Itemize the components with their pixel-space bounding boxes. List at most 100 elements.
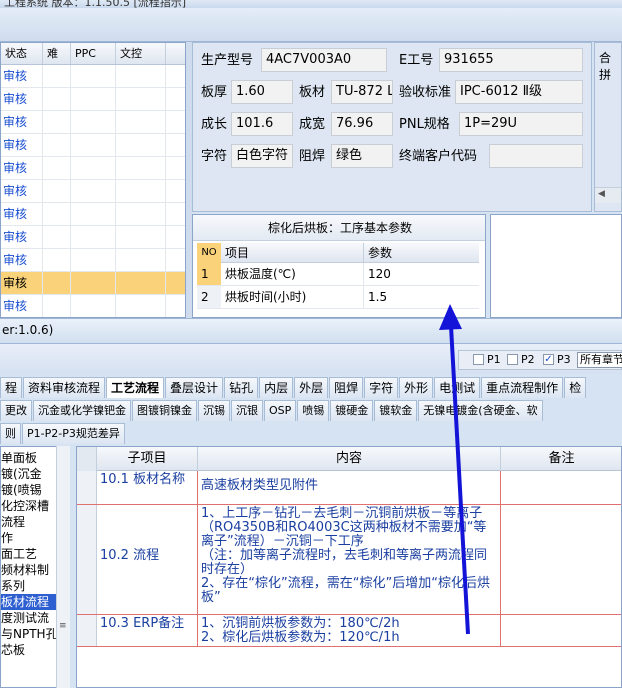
note-cell[interactable]	[501, 615, 621, 646]
order-row[interactable]: 审核	[1, 88, 185, 111]
p2-checkbox[interactable]	[507, 354, 518, 365]
row-indicator	[77, 471, 97, 504]
table-row[interactable]: 10.2 流程 1、上工序－钻孔－去毛刺－沉铜前烘板－等离子（RO4350B和R…	[77, 505, 621, 615]
material-field[interactable]: TU-872 L	[331, 80, 393, 104]
order-row[interactable]: 审核	[1, 249, 185, 272]
tab-tabs_main-10[interactable]: 电测试	[434, 377, 481, 398]
order-row[interactable]: 审核	[1, 272, 185, 295]
content-cell[interactable]: 1、上工序－钻孔－去毛刺－沉铜前烘板－等离子（RO4350B和RO4003C这两…	[198, 505, 501, 614]
col-doc-control[interactable]: 文控	[116, 43, 166, 64]
subitem-cell[interactable]: 10.1 板材名称	[97, 471, 198, 504]
bake-col-param: 参数	[363, 243, 479, 263]
order-grid[interactable]: 状态 难 PPC 文控 审核 审核 审核 审核 审核 审核 审核 审核 审核 审核 审核	[0, 42, 186, 318]
tab-tabs_sub2-0[interactable]: 则	[0, 423, 21, 444]
tab-tabs_sub-4[interactable]: 沉银	[231, 400, 263, 421]
tab-tabs_main-3[interactable]: 叠层设计	[165, 377, 224, 398]
col-content[interactable]: 内容	[198, 447, 501, 471]
tab-tabs_main-8[interactable]: 字符	[364, 377, 399, 398]
mask-label: 阻焊	[299, 149, 326, 164]
tab-tabs_main-0[interactable]: 程	[0, 377, 23, 398]
order-status: 审核	[1, 180, 43, 202]
scroll-left-icon[interactable]: ◀	[598, 189, 605, 199]
char-field[interactable]: 白色字符	[231, 144, 293, 168]
thickness-label: 板厚	[201, 85, 228, 100]
process-table-header: 子项目 内容 备注	[77, 447, 621, 471]
tab-tabs_main-5[interactable]: 内层	[259, 377, 294, 398]
model-field[interactable]: 4AC7V003A0	[261, 48, 387, 72]
col-note[interactable]: 备注	[501, 447, 621, 471]
content-cell[interactable]: 高速板材类型见附件	[198, 471, 501, 504]
tab-tabs_sub2-1[interactable]: P1-P2-P3规范差异	[22, 423, 125, 444]
tab-tabs_main-7[interactable]: 阻焊	[329, 377, 364, 398]
mask-field[interactable]: 绿色	[331, 144, 393, 168]
order-row[interactable]: 审核	[1, 111, 185, 134]
length-field[interactable]: 101.6	[231, 112, 293, 136]
tab-tabs_sub-3[interactable]: 沉锡	[198, 400, 230, 421]
width-field[interactable]: 76.96	[331, 112, 393, 136]
tab-tabs_main-11[interactable]: 重点流程制作	[481, 377, 564, 398]
order-status: 审核	[1, 134, 43, 156]
content-cell[interactable]: 1、沉铜前烘板参数为：180℃/2h 2、棕化后烘板参数为：120℃/1h	[198, 615, 501, 646]
order-row[interactable]: 审核	[1, 157, 185, 180]
tab-tabs_sub-8[interactable]: 镀软金	[374, 400, 418, 421]
bake-row-param: 120	[363, 263, 479, 285]
bake-row[interactable]: 1 烘板温度(℃) 120	[197, 263, 479, 286]
order-row[interactable]: 审核	[1, 203, 185, 226]
process-table[interactable]: 子项目 内容 备注 10.1 板材名称 高速板材类型见附件 10.2 流程 1、…	[76, 446, 622, 688]
model-label: 生产型号	[201, 53, 254, 68]
col-subitem[interactable]: 子项目	[97, 447, 198, 471]
tab-tabs_main-9[interactable]: 外形	[399, 377, 434, 398]
tab-tabs_main-12[interactable]: 检	[564, 377, 587, 398]
order-cell	[43, 249, 71, 271]
subitem-cell[interactable]: 10.2 流程	[97, 505, 198, 614]
table-row[interactable]: 10.1 板材名称 高速板材类型见附件	[77, 471, 621, 505]
tab-tabs_sub-1[interactable]: 沉金或化学镍钯金	[33, 400, 131, 421]
tab-tabs_main-1[interactable]: 资料审核流程	[23, 377, 106, 398]
tab-tabs_sub-0[interactable]: 更改	[0, 400, 32, 421]
col-status[interactable]: 状态	[1, 43, 43, 64]
note-cell[interactable]	[501, 505, 621, 614]
eno-field[interactable]: 931655	[439, 48, 583, 72]
order-row[interactable]: 审核	[1, 295, 185, 317]
bake-row-item: 烘板时间(小时)	[225, 290, 307, 304]
chapter-list-scrollbar[interactable]: ≡	[56, 446, 70, 688]
chapter-select[interactable]: 所有章节	[577, 352, 622, 368]
order-cell	[43, 180, 71, 202]
row-indicator	[77, 505, 97, 614]
p3-checkbox[interactable]: ✓	[543, 354, 554, 365]
order-cell	[116, 272, 166, 294]
note-cell[interactable]	[501, 471, 621, 504]
pnl-label: PNL规格	[399, 117, 450, 132]
bake-row[interactable]: 2 烘板时间(小时) 1.5	[197, 286, 479, 309]
col-ppc[interactable]: PPC	[71, 43, 116, 64]
order-status: 审核	[1, 272, 43, 294]
material-label: 板材	[299, 85, 326, 100]
tab-tabs_sub-2[interactable]: 图镀铜镍金	[132, 400, 197, 421]
order-row[interactable]: 审核	[1, 226, 185, 249]
scroll-grip-icon[interactable]: ≡	[59, 621, 67, 631]
col-difficulty[interactable]: 难	[43, 43, 71, 64]
tab-tabs_sub-9[interactable]: 无镍电镀金(含硬金、软	[418, 400, 543, 421]
tab-tabs_main-4[interactable]: 钻孔	[224, 377, 259, 398]
thickness-field[interactable]: 1.60	[231, 80, 293, 104]
subitem-cell[interactable]: 10.3 ERP备注	[97, 615, 198, 646]
order-row[interactable]: 审核	[1, 180, 185, 203]
pnl-field[interactable]: 1P=29U	[459, 112, 583, 136]
tab-tabs_sub-7[interactable]: 镀硬金	[330, 400, 374, 421]
p1-checkbox[interactable]	[473, 354, 484, 365]
tab-tabs_main-2[interactable]: 工艺流程	[106, 377, 165, 398]
row-indicator-header	[77, 447, 97, 471]
customer-field[interactable]	[489, 144, 583, 168]
tab-tabs_sub-5[interactable]: OSP	[264, 400, 297, 421]
order-cell	[116, 203, 166, 225]
tab-tabs_sub-6[interactable]: 喷锡	[297, 400, 330, 421]
order-cell	[116, 226, 166, 248]
order-cell	[116, 157, 166, 179]
order-row[interactable]: 审核	[1, 65, 185, 88]
standard-field[interactable]: IPC-6012 Ⅱ级	[455, 80, 583, 104]
tab-tabs_main-6[interactable]: 外层	[294, 377, 329, 398]
order-row[interactable]: 审核	[1, 134, 185, 157]
secondary-panel	[490, 214, 622, 318]
merge-panel-scrollbar[interactable]: ◀	[595, 187, 621, 203]
table-row[interactable]: 10.3 ERP备注 1、沉铜前烘板参数为：180℃/2h 2、棕化后烘板参数为…	[77, 615, 621, 647]
